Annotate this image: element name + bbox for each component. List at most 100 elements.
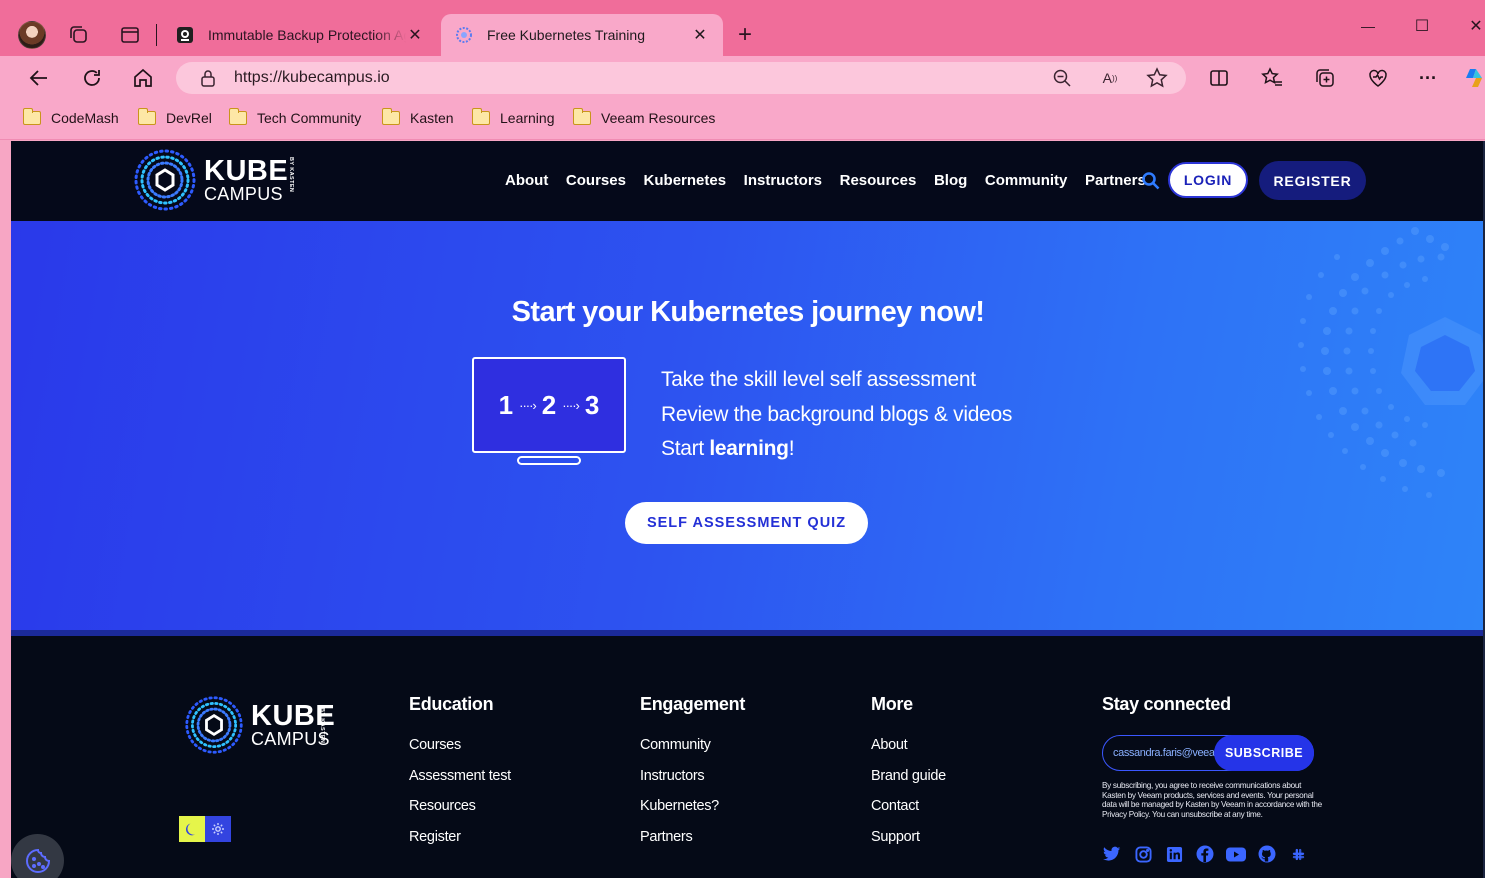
footer-link[interactable]: Resources bbox=[409, 798, 511, 814]
workspaces-icon[interactable] bbox=[67, 23, 91, 47]
bookmark-learning[interactable]: Learning bbox=[471, 108, 555, 126]
nav-community[interactable]: Community bbox=[985, 172, 1068, 189]
footer-link[interactable]: Assessment test bbox=[409, 768, 511, 784]
new-tab-icon[interactable]: + bbox=[733, 21, 757, 48]
refresh-icon[interactable] bbox=[80, 66, 104, 90]
minimize-icon[interactable]: — bbox=[1356, 14, 1380, 38]
nav-kubernetes[interactable]: Kubernetes bbox=[644, 172, 727, 189]
footer-column-stay-connected: Stay connected bbox=[1102, 694, 1231, 737]
footer-link[interactable]: Courses bbox=[409, 737, 511, 753]
email-field[interactable]: cassandra.faris@veeam.com bbox=[1113, 747, 1217, 759]
veeam-favicon-icon bbox=[176, 26, 194, 44]
browser-essentials-icon[interactable] bbox=[1366, 66, 1390, 90]
favorites-icon[interactable] bbox=[1260, 66, 1284, 90]
tab-free-kubernetes-training[interactable]: Free Kubernetes Training ✕ bbox=[441, 14, 723, 56]
register-button[interactable]: REGISTER bbox=[1259, 161, 1366, 200]
nav-blog[interactable]: Blog bbox=[934, 172, 967, 189]
subscribe-fine-print: By subscribing, you agree to receive com… bbox=[1102, 781, 1322, 819]
maximize-icon[interactable]: ☐ bbox=[1410, 14, 1434, 38]
bookmark-veeam-resources[interactable]: Veeam Resources bbox=[572, 108, 715, 126]
subscribe-button[interactable]: SUBSCRIBE bbox=[1214, 735, 1314, 771]
folder-icon bbox=[381, 108, 400, 125]
bookmark-kasten[interactable]: Kasten bbox=[381, 108, 454, 126]
monitor-stand bbox=[517, 456, 581, 465]
tab-actions-icon[interactable] bbox=[118, 23, 142, 47]
login-button[interactable]: LOGIN bbox=[1168, 162, 1248, 198]
footer-link[interactable]: Support bbox=[871, 829, 946, 845]
social-links bbox=[1102, 844, 1308, 864]
cookie-settings-icon[interactable] bbox=[11, 834, 64, 878]
footer-column-heading: More bbox=[871, 694, 913, 714]
nav-partners[interactable]: Partners bbox=[1085, 172, 1146, 189]
hero-section: Start your Kubernetes journey now! 1 ···… bbox=[11, 221, 1485, 630]
footer-link[interactable]: Community bbox=[640, 737, 745, 753]
nav-about[interactable]: About bbox=[505, 172, 548, 189]
decorative-dot-pattern-icon bbox=[1298, 227, 1485, 498]
tab-title: Free Kubernetes Training bbox=[487, 27, 645, 43]
bookmark-devrel[interactable]: DevRel bbox=[137, 108, 212, 126]
footer-link[interactable]: Instructors bbox=[640, 768, 745, 784]
footer-link[interactable]: Brand guide bbox=[871, 768, 946, 784]
search-icon[interactable] bbox=[1141, 171, 1161, 191]
tab-separator bbox=[156, 24, 157, 46]
gear-icon[interactable] bbox=[205, 816, 231, 842]
kubecampus-logo-mark-icon bbox=[134, 149, 196, 211]
more-menu-icon[interactable]: ··· bbox=[1416, 66, 1440, 90]
logo-kube-text: KUBE bbox=[204, 155, 289, 187]
window-close-icon[interactable]: ✕ bbox=[1464, 14, 1485, 38]
tab-close-icon[interactable]: ✕ bbox=[691, 25, 709, 45]
nav-courses[interactable]: Courses bbox=[566, 172, 626, 189]
kubecampus-logo[interactable]: KUBE CAMPUS BY KASTEN bbox=[132, 147, 294, 213]
instagram-icon[interactable] bbox=[1133, 844, 1153, 864]
footer-column-education: Education Courses Assessment test Resour… bbox=[409, 694, 511, 859]
profile-avatar[interactable] bbox=[18, 21, 46, 49]
twitter-icon[interactable] bbox=[1102, 844, 1122, 864]
read-aloud-icon[interactable]: A)) bbox=[1098, 66, 1122, 90]
footer-link[interactable]: Contact bbox=[871, 798, 946, 814]
footer-link[interactable]: Register bbox=[409, 829, 511, 845]
url-text[interactable]: https://kubecampus.io bbox=[234, 69, 390, 87]
footer-link[interactable]: About bbox=[871, 737, 946, 753]
site-info-lock-icon[interactable] bbox=[196, 66, 220, 90]
zoom-out-icon[interactable] bbox=[1050, 66, 1074, 90]
tab-close-icon[interactable]: ✕ bbox=[406, 25, 424, 45]
tab-immutable-backup[interactable]: Immutable Backup Protection Ag ✕ bbox=[162, 14, 438, 56]
step-number: 2 bbox=[541, 389, 557, 420]
bookmark-codemash[interactable]: CodeMash bbox=[22, 108, 119, 126]
back-icon[interactable] bbox=[27, 66, 51, 90]
step-text: Take the skill level self assessment bbox=[661, 368, 976, 391]
copilot-icon[interactable] bbox=[1462, 66, 1485, 90]
theme-toggle[interactable] bbox=[179, 816, 231, 842]
linkedin-icon[interactable] bbox=[1164, 844, 1184, 864]
favorite-star-icon[interactable] bbox=[1145, 66, 1169, 90]
facebook-icon[interactable] bbox=[1195, 844, 1215, 864]
site-navbar: KUBE CAMPUS BY KASTEN About Courses Kube… bbox=[11, 141, 1485, 221]
newsletter-form: cassandra.faris@veeam.com SUBSCRIBE bbox=[1102, 735, 1314, 771]
kubecampus-logo-mark-icon bbox=[185, 696, 243, 754]
nav-resources[interactable]: Resources bbox=[840, 172, 917, 189]
github-icon[interactable] bbox=[1257, 844, 1277, 864]
footer-column-heading: Stay connected bbox=[1102, 694, 1231, 714]
step-number: 1 bbox=[498, 389, 514, 420]
youtube-icon[interactable] bbox=[1226, 844, 1246, 864]
footer-kubecampus-logo[interactable]: KUBE CAMPUS BY KASTEN bbox=[183, 694, 335, 756]
footer-link[interactable]: Partners bbox=[640, 829, 745, 845]
hero-title: Start your Kubernetes journey now! bbox=[511, 296, 985, 328]
dotted-arrow-icon: ····› bbox=[562, 397, 580, 413]
moon-icon[interactable] bbox=[179, 816, 205, 842]
step-text: Start learning! bbox=[661, 437, 795, 460]
bookmark-tech-community[interactable]: Tech Community bbox=[228, 108, 361, 126]
footer-link[interactable]: Kubernetes? bbox=[640, 798, 745, 814]
browser-tab-bar: Immutable Backup Protection Ag ✕ Free Ku… bbox=[0, 0, 1485, 56]
step-number: 3 bbox=[584, 389, 600, 420]
self-assessment-quiz-button[interactable]: SELF ASSESSMENT QUIZ bbox=[625, 502, 868, 544]
logo-bykasten-text: BY KASTEN bbox=[319, 708, 325, 744]
collections-icon[interactable] bbox=[1313, 66, 1337, 90]
split-screen-icon[interactable] bbox=[1207, 66, 1231, 90]
folder-icon bbox=[22, 108, 41, 125]
slack-icon[interactable] bbox=[1288, 844, 1308, 864]
folder-icon bbox=[137, 108, 156, 125]
home-icon[interactable] bbox=[131, 66, 155, 90]
address-bar[interactable]: https://kubecampus.io A)) bbox=[176, 62, 1186, 94]
nav-instructors[interactable]: Instructors bbox=[744, 172, 822, 189]
